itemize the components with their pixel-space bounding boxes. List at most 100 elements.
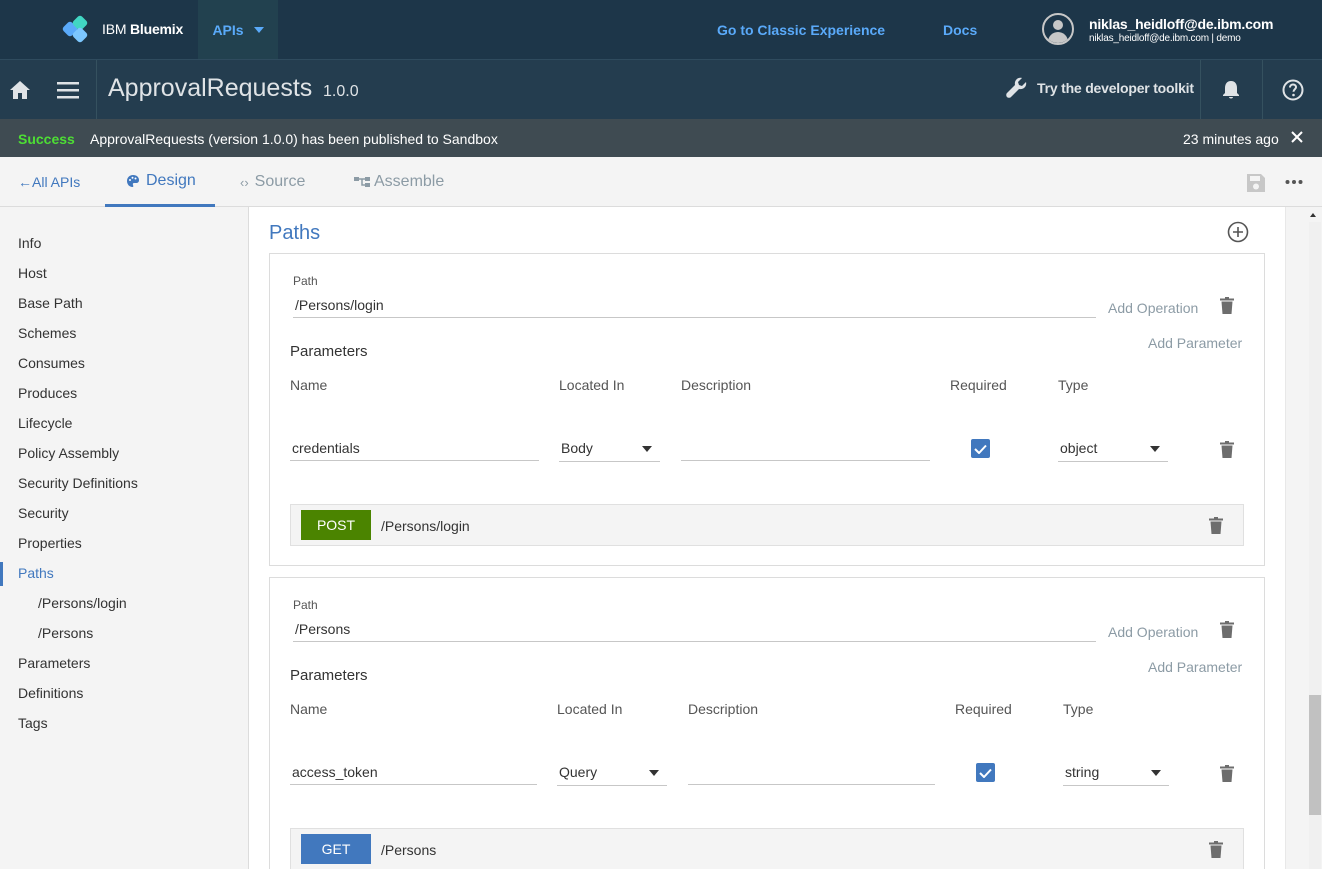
more-options-button[interactable]	[1285, 175, 1303, 194]
add-parameter-link[interactable]: Add Parameter	[1148, 335, 1242, 351]
delete-parameter-button[interactable]	[1220, 765, 1234, 787]
section-title: Paths	[269, 222, 321, 244]
brand-text: IBM Bluemix	[102, 21, 183, 37]
scroll-up-arrow-icon[interactable]	[1310, 213, 1316, 217]
caret-down-icon	[1150, 446, 1160, 452]
param-name-input[interactable]: credentials	[290, 435, 539, 461]
sidebar-item-definitions[interactable]: Definitions	[18, 685, 83, 701]
param-type-value: string	[1065, 763, 1100, 780]
sidebar-item-consumes[interactable]: Consumes	[18, 355, 85, 371]
save-button[interactable]	[1246, 173, 1266, 198]
column-header-description: Description	[681, 377, 752, 393]
delete-parameter-button[interactable]	[1220, 441, 1234, 463]
apis-menu[interactable]: APIs	[198, 0, 278, 59]
operation-row[interactable]: POST /Persons/login	[290, 504, 1244, 546]
add-operation-link[interactable]: Add Operation	[1108, 300, 1198, 316]
add-path-button[interactable]	[1227, 221, 1249, 248]
tab-design[interactable]: Design	[105, 157, 215, 207]
param-name-input[interactable]: access_token	[290, 759, 537, 785]
delete-path-button[interactable]	[1220, 297, 1234, 319]
caret-down-icon	[1151, 770, 1161, 776]
sidebar: Info Host Base Path Schemes Consumes Pro…	[0, 207, 249, 869]
sidebar-item-produces[interactable]: Produces	[18, 385, 77, 401]
param-type-select[interactable]: object	[1058, 434, 1168, 462]
column-header-type: Type	[1058, 377, 1089, 393]
param-location-select[interactable]: Body	[559, 434, 660, 462]
param-required-checkbox[interactable]	[971, 439, 990, 458]
operation-method-badge[interactable]: POST	[301, 510, 371, 540]
brand[interactable]: IBM Bluemix	[61, 14, 183, 44]
param-location-select[interactable]: Query	[557, 758, 667, 786]
path-input[interactable]: /Persons/login	[293, 292, 1096, 318]
scrollbar-thumb[interactable]	[1309, 695, 1321, 815]
brand-name: Bluemix	[130, 21, 184, 37]
tab-source[interactable]: ‹› Source	[240, 157, 305, 207]
sidebar-item-persons[interactable]: /Persons	[38, 625, 93, 641]
tab-assemble[interactable]: Assemble	[354, 157, 444, 207]
developer-toolkit-label: Try the developer toolkit	[1037, 80, 1194, 96]
caret-down-icon	[649, 770, 659, 776]
add-operation-link[interactable]: Add Operation	[1108, 624, 1198, 640]
menu-button[interactable]	[48, 60, 88, 120]
path-card: Path /Persons/login Add Operation Parame…	[269, 253, 1265, 566]
column-header-name: Name	[290, 377, 328, 393]
developer-toolkit-link[interactable]: Try the developer toolkit	[1006, 77, 1194, 99]
notifications-button[interactable]	[1201, 60, 1261, 120]
banner-status: Success	[18, 131, 75, 147]
caret-down-icon	[642, 446, 652, 452]
banner-time: 23 minutes ago	[1183, 131, 1279, 147]
sidebar-item-persons-login[interactable]: /Persons/login	[38, 595, 127, 611]
all-apis-link[interactable]: ←All APIs	[18, 174, 80, 190]
home-button[interactable]	[0, 60, 40, 120]
all-apis-label: All APIs	[32, 174, 81, 190]
avatar[interactable]	[1042, 13, 1074, 45]
operation-row[interactable]: GET /Persons	[290, 828, 1244, 869]
sidebar-item-tags[interactable]: Tags	[18, 715, 48, 731]
banner-message: ApprovalRequests (version 1.0.0) has bee…	[90, 131, 498, 147]
path-card: Path /Persons Add Operation Parameters A…	[269, 577, 1265, 869]
help-button[interactable]	[1263, 60, 1322, 120]
tab-design-label: Design	[146, 171, 196, 189]
param-description-input[interactable]	[688, 759, 935, 785]
close-banner-button[interactable]	[1290, 130, 1304, 147]
sidebar-item-host[interactable]: Host	[18, 265, 47, 281]
param-type-select[interactable]: string	[1063, 758, 1169, 786]
param-description-input[interactable]	[681, 435, 930, 461]
sidebar-item-schemes[interactable]: Schemes	[18, 325, 76, 341]
delete-path-button[interactable]	[1220, 621, 1234, 643]
classic-experience-link[interactable]: Go to Classic Experience	[717, 22, 885, 38]
tab-source-label: Source	[254, 173, 306, 190]
param-required-checkbox[interactable]	[976, 763, 995, 782]
user-name[interactable]: niklas_heidloff@de.ibm.com	[1089, 16, 1273, 32]
palette-icon	[127, 174, 139, 187]
sidebar-item-info[interactable]: Info	[18, 235, 41, 251]
operation-method-badge[interactable]: GET	[301, 834, 371, 864]
sidebar-item-security-definitions[interactable]: Security Definitions	[18, 475, 138, 491]
column-header-required: Required	[950, 377, 1007, 393]
sidebar-item-security[interactable]: Security	[18, 505, 69, 521]
sidebar-item-lifecycle[interactable]: Lifecycle	[18, 415, 72, 431]
delete-operation-button[interactable]	[1209, 517, 1223, 539]
add-parameter-link[interactable]: Add Parameter	[1148, 659, 1242, 675]
apis-menu-label: APIs	[212, 21, 244, 38]
plus-circle-icon	[1227, 221, 1249, 243]
path-input[interactable]: /Persons	[293, 616, 1096, 642]
sidebar-active-indicator	[0, 562, 3, 586]
path-label: Path	[293, 274, 318, 288]
bluemix-logo-icon	[61, 14, 90, 44]
delete-operation-button[interactable]	[1209, 841, 1223, 863]
sidebar-item-properties[interactable]: Properties	[18, 535, 82, 551]
main-content: Paths Path /Persons/login Add Operation …	[249, 207, 1285, 869]
bell-icon	[1223, 81, 1239, 99]
sidebar-item-paths[interactable]: Paths	[18, 565, 54, 581]
docs-link[interactable]: Docs	[943, 22, 977, 38]
sidebar-item-parameters[interactable]: Parameters	[18, 655, 90, 671]
code-icon: ‹›	[240, 174, 249, 190]
trash-icon	[1220, 441, 1234, 458]
sidebar-item-base-path[interactable]: Base Path	[18, 295, 83, 311]
column-header-description: Description	[688, 701, 759, 717]
sidebar-item-policy-assembly[interactable]: Policy Assembly	[18, 445, 119, 461]
operation-path: /Persons	[381, 842, 437, 858]
checkmark-icon	[974, 444, 987, 454]
top-nav: IBM Bluemix APIs Go to Classic Experienc…	[0, 0, 1322, 59]
